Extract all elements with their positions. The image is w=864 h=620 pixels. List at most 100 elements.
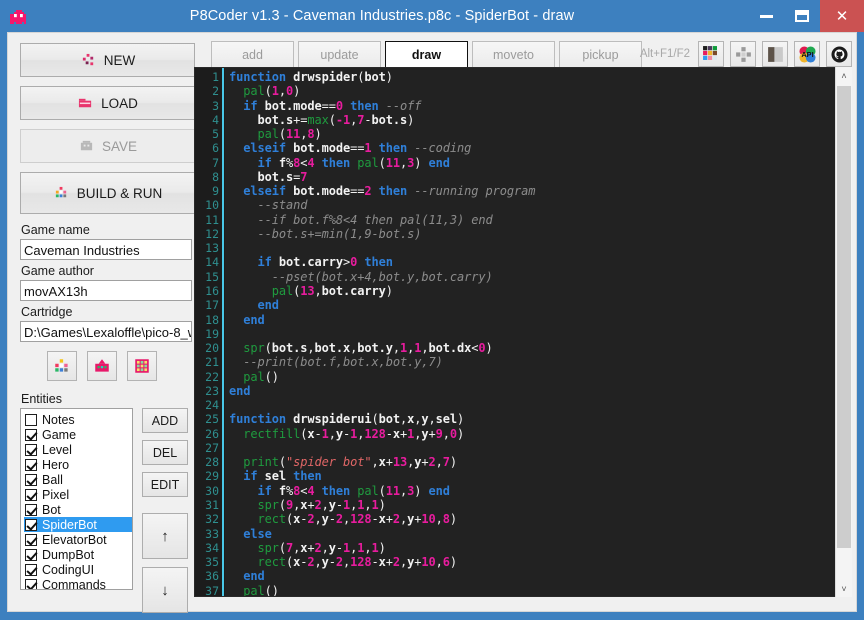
- entity-row-level[interactable]: Level: [24, 442, 132, 457]
- entity-row-pixel[interactable]: Pixel: [24, 487, 132, 502]
- entity-checkbox[interactable]: [25, 458, 37, 471]
- save-cart-icon: [80, 140, 93, 150]
- line-number: 37: [205, 583, 219, 597]
- line-number: 34: [205, 540, 219, 555]
- code-line: elseif bot.mode==1 then --coding: [243, 141, 472, 156]
- entity-checkbox[interactable]: [25, 473, 37, 486]
- github-icon: [830, 45, 848, 63]
- cartridge-path-input[interactable]: D:\Games\Lexaloffle\pico-8_win: [20, 321, 192, 342]
- sprite-button[interactable]: [730, 41, 756, 67]
- line-number: 16: [205, 283, 219, 298]
- tab-pickup[interactable]: pickup: [559, 41, 642, 69]
- code-content[interactable]: function drwspider(bot) pal(1,0) if bot.…: [225, 68, 851, 596]
- entity-checkbox[interactable]: [25, 518, 37, 531]
- scroll-track[interactable]: [836, 84, 852, 580]
- entity-del-button[interactable]: DEL: [142, 440, 188, 465]
- scroll-thumb[interactable]: [837, 86, 851, 548]
- scroll-down-arrow[interactable]: ˅: [836, 580, 852, 597]
- editor-panel: addupdatedrawmovetopickup Alt+F1/F2: [194, 33, 856, 611]
- line-number: 1: [212, 70, 219, 84]
- entity-row-bot[interactable]: Bot: [24, 502, 132, 517]
- palette-icon: [702, 45, 717, 60]
- line-number: 33: [205, 526, 219, 541]
- line-number: 22: [205, 369, 219, 384]
- code-line: rectfill(x-1,y-1,128-x+1,y+9,0): [243, 426, 465, 441]
- entity-edit-button[interactable]: EDIT: [142, 472, 188, 497]
- entity-label: ElevatorBot: [42, 532, 107, 547]
- game-name-label: Game name: [21, 223, 90, 237]
- entity-checkbox[interactable]: [25, 503, 37, 516]
- code-line: --print(bot.f,bot.x,bot.y,7): [243, 355, 443, 370]
- cartridge-icon: [95, 359, 109, 372]
- entity-row-ball[interactable]: Ball: [24, 472, 132, 487]
- entity-label: Hero: [42, 457, 70, 472]
- api-button[interactable]: API: [794, 41, 820, 67]
- sprite-editor-button[interactable]: [47, 351, 77, 381]
- save-button[interactable]: SAVE: [20, 129, 195, 163]
- game-author-input[interactable]: movAX13h: [20, 280, 192, 301]
- app-window: P8Coder v1.3 - Caveman Industries.p8c - …: [0, 0, 864, 620]
- line-number: 7: [212, 155, 219, 170]
- maximize-button[interactable]: [784, 0, 820, 32]
- sidebar: NEW LOAD SAVE BUILD & RUN Game name Cave…: [8, 33, 195, 613]
- entity-checkbox[interactable]: [25, 488, 37, 501]
- load-button[interactable]: LOAD: [20, 86, 195, 120]
- entity-action-buttons: ADD DEL EDIT ↑ ↓ F1/F2: [142, 408, 188, 620]
- new-button[interactable]: NEW: [20, 43, 195, 77]
- entity-row-spiderbot[interactable]: SpiderBot: [24, 517, 132, 532]
- code-line: end: [243, 312, 265, 327]
- entity-checkbox[interactable]: [25, 548, 37, 561]
- gradient-button[interactable]: [762, 41, 788, 67]
- code-line: print("spider bot",x+13,y+2,7): [243, 455, 457, 470]
- map-editor-button[interactable]: [127, 351, 157, 381]
- entity-row-notes[interactable]: Notes: [24, 412, 132, 427]
- line-number: 35: [205, 555, 219, 570]
- code-line: else: [243, 526, 272, 541]
- entity-row-elevatorbot[interactable]: ElevatorBot: [24, 532, 132, 547]
- code-line: --stand: [257, 198, 308, 213]
- line-number: 23: [205, 383, 219, 398]
- editor-vertical-scrollbar[interactable]: ˄ ˅: [835, 67, 852, 597]
- entity-add-button[interactable]: ADD: [142, 408, 188, 433]
- tab-shortcut-hint: Alt+F1/F2: [639, 48, 690, 60]
- entity-row-game[interactable]: Game: [24, 427, 132, 442]
- scroll-up-arrow[interactable]: ˄: [836, 67, 852, 84]
- minimize-button[interactable]: [748, 0, 784, 32]
- tab-moveto[interactable]: moveto: [472, 41, 555, 69]
- entity-row-hero[interactable]: Hero: [24, 457, 132, 472]
- entity-checkbox[interactable]: [25, 413, 37, 426]
- sparkle-icon: [82, 53, 93, 65]
- line-number: 2: [212, 84, 219, 99]
- entity-checkbox[interactable]: [25, 443, 37, 456]
- entity-checkbox[interactable]: [25, 533, 37, 546]
- palette-button[interactable]: [698, 41, 724, 67]
- entity-row-codingui[interactable]: CodingUI: [24, 562, 132, 577]
- entities-list[interactable]: Notes Game Level Hero Ball Pixel Bot SpiderBot E…: [20, 408, 133, 590]
- github-button[interactable]: [826, 41, 852, 67]
- code-editor[interactable]: 1 2 3 4 5 6 7 8 9 10 11 12 13 14 15 16 17 18 19 20 21 22 23 24 2…: [194, 67, 852, 597]
- entity-checkbox[interactable]: [25, 578, 37, 589]
- cartridge-button[interactable]: [87, 351, 117, 381]
- entity-move-up-button[interactable]: ↑: [142, 513, 188, 559]
- entity-label: CodingUI: [42, 562, 95, 577]
- entity-checkbox[interactable]: [25, 563, 37, 576]
- entity-checkbox[interactable]: [25, 428, 37, 441]
- line-number: 12: [205, 226, 219, 241]
- code-line: pal(11,8): [257, 127, 322, 142]
- save-button-label: SAVE: [101, 138, 137, 154]
- build-and-run-button[interactable]: BUILD & RUN: [20, 172, 195, 214]
- code-line: --bot.s+=min(1,9-bot.s): [257, 226, 422, 241]
- entity-label: Commands: [42, 577, 106, 590]
- tab-draw[interactable]: draw: [385, 41, 468, 69]
- entity-row-dumpbot[interactable]: DumpBot: [24, 547, 132, 562]
- tab-add[interactable]: add: [211, 41, 294, 69]
- entity-label: Notes: [42, 412, 75, 427]
- close-button[interactable]: ✕: [820, 0, 864, 32]
- entity-move-down-button[interactable]: ↓: [142, 567, 188, 613]
- line-number: 26: [205, 426, 219, 441]
- entity-row-commands[interactable]: Commands: [24, 577, 132, 590]
- code-line: rect(x-2,y-2,128-x+2,y+10,6): [257, 555, 458, 570]
- line-number: 36: [205, 569, 219, 584]
- game-name-input[interactable]: Caveman Industries: [20, 239, 192, 260]
- tab-update[interactable]: update: [298, 41, 381, 69]
